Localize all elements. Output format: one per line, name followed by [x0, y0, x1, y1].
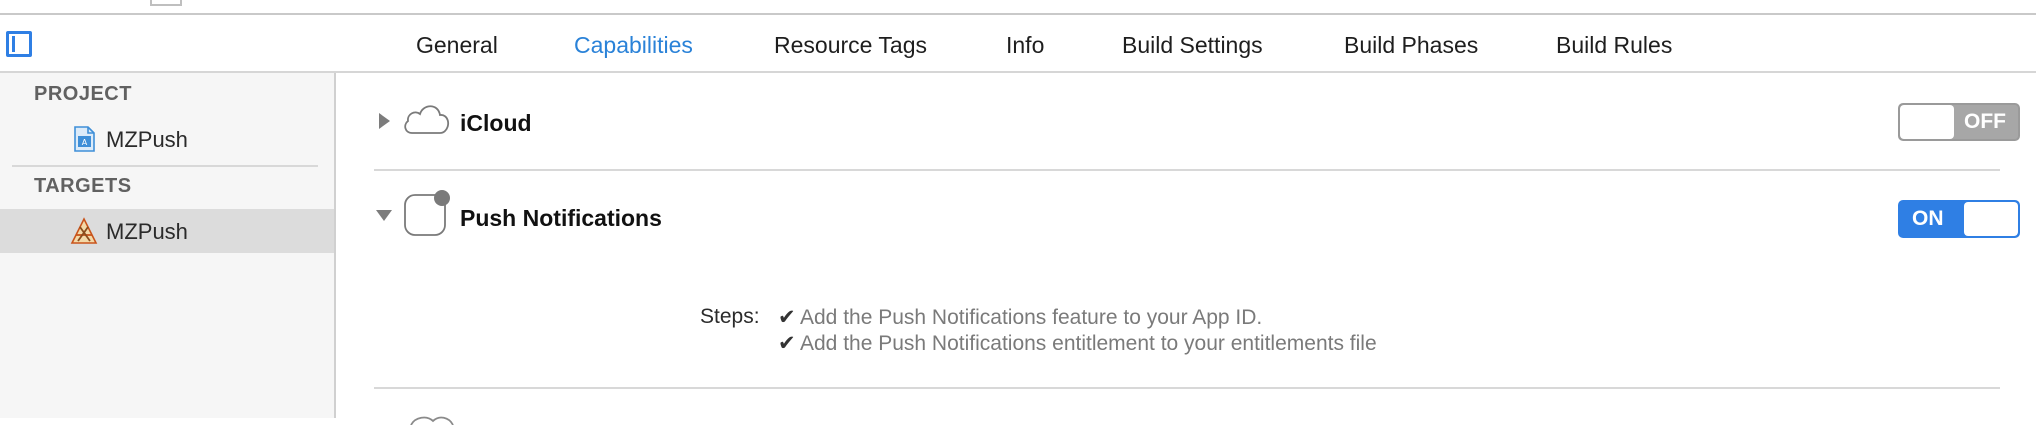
- tab-capabilities[interactable]: Capabilities: [574, 32, 693, 59]
- capability-row-push-notifications: Push Notifications ON: [374, 171, 2020, 271]
- target-name-label: MZPush: [106, 219, 188, 244]
- capability-row-icloud: iCloud OFF: [374, 73, 2020, 163]
- tab-build-settings[interactable]: Build Settings: [1122, 32, 1263, 59]
- sidebar-divider: [12, 165, 318, 167]
- targets-section-header: TARGETS: [34, 175, 132, 197]
- icloud-toggle[interactable]: OFF: [1898, 103, 2020, 141]
- tab-resource-tags[interactable]: Resource Tags: [774, 32, 927, 59]
- cloud-icon: [404, 105, 450, 134]
- step-item: ✔ Add the Push Notifications feature to y…: [778, 305, 1262, 330]
- step-text: Add the Push Notifications entitlement t…: [800, 332, 1377, 355]
- project-name-label: MZPush: [106, 127, 188, 152]
- toggle-knob: [1900, 105, 1954, 139]
- app-target-icon: [70, 217, 98, 244]
- project-navigator-sidebar: PROJECT A MZPush TARGETS MZPush: [0, 73, 336, 418]
- disclosure-down-icon[interactable]: [374, 205, 394, 225]
- toggle-state-label: OFF: [1964, 110, 2006, 133]
- sidebar-toggle-icon[interactable]: [6, 31, 32, 57]
- capability-title-push: Push Notifications: [460, 205, 662, 231]
- push-notification-icon: [404, 190, 450, 236]
- window-top-strip: [0, 0, 2036, 15]
- disclosure-right-icon[interactable]: [374, 111, 394, 131]
- toggle-knob: [1964, 202, 2018, 236]
- tab-build-rules[interactable]: Build Rules: [1556, 32, 1672, 59]
- checkmark-icon: ✔: [778, 306, 796, 329]
- capability-title-icloud: iCloud: [460, 110, 532, 136]
- project-section-header: PROJECT: [34, 83, 132, 105]
- sidebar-item-project[interactable]: A MZPush: [0, 117, 334, 161]
- toolbar-fragment: [150, 0, 182, 6]
- next-capability-icon: [410, 416, 454, 425]
- capabilities-panel: iCloud OFF Push Notifications ON Steps: …: [336, 73, 2036, 425]
- tab-info[interactable]: Info: [1006, 32, 1044, 59]
- sidebar-item-target[interactable]: MZPush: [0, 209, 334, 253]
- tab-general[interactable]: General: [416, 32, 498, 59]
- step-text: Add the Push Notifications feature to yo…: [800, 306, 1263, 329]
- checkmark-icon: ✔: [778, 332, 796, 355]
- steps-label: Steps:: [700, 305, 760, 328]
- svg-text:A: A: [82, 138, 88, 147]
- row-divider: [374, 387, 2000, 389]
- toggle-state-label: ON: [1912, 207, 1944, 230]
- tab-build-phases[interactable]: Build Phases: [1344, 32, 1478, 59]
- editor-tab-bar: General Capabilities Resource Tags Info …: [0, 15, 2036, 73]
- step-item: ✔ Add the Push Notifications entitlement …: [778, 331, 1377, 356]
- push-notifications-toggle[interactable]: ON: [1898, 200, 2020, 238]
- project-file-icon: A: [74, 126, 95, 152]
